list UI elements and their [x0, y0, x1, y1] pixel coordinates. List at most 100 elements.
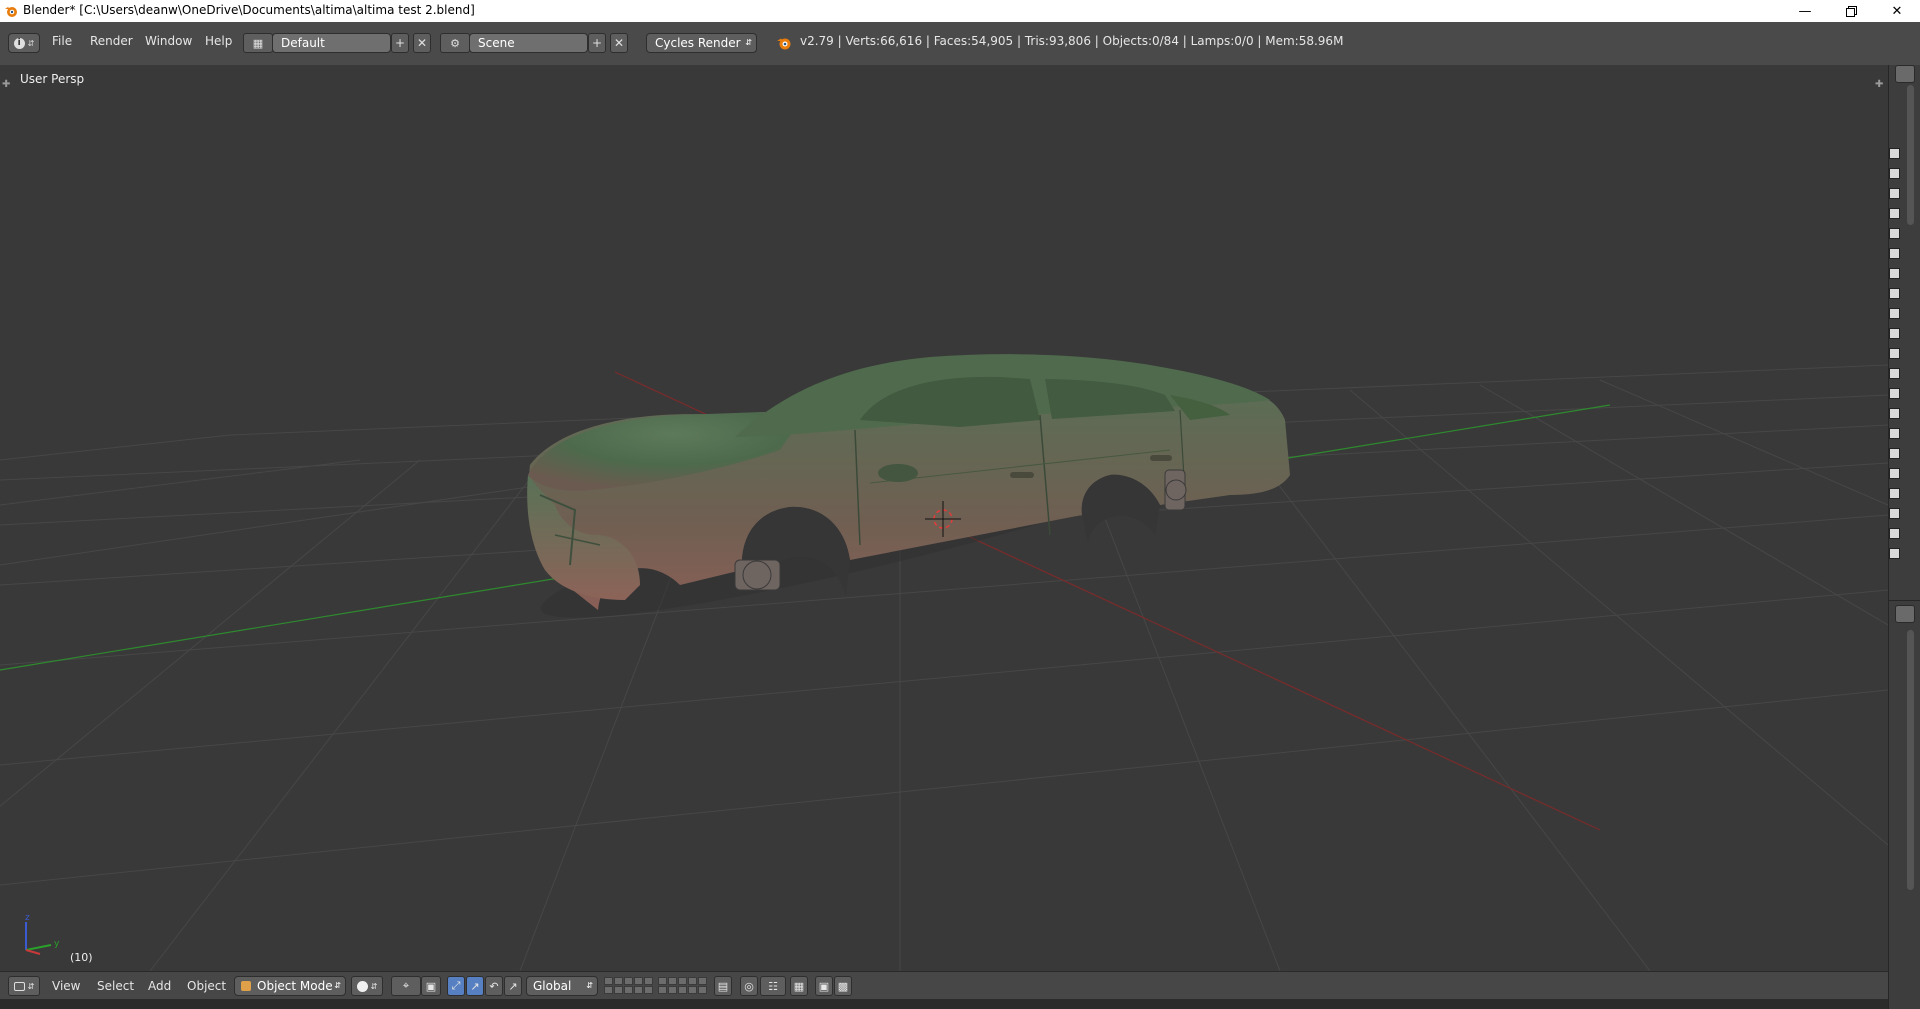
visibility-icon[interactable] [1889, 168, 1900, 179]
render-engine-label: Cycles Render [655, 36, 741, 50]
axis-z-label: z [25, 913, 30, 923]
interaction-mode-label: Object Mode [257, 979, 333, 993]
render-engine-select[interactable]: Cycles Render ⇵ [646, 33, 757, 53]
visibility-icon[interactable] [1889, 268, 1900, 279]
transform-orientation-select[interactable]: Global ⇵ [526, 976, 598, 996]
blender-logo-icon [5, 7, 17, 17]
editor-type-button[interactable]: i ⇵ [8, 33, 40, 53]
pivot-point-icon: ⌖ [402, 979, 410, 992]
menu-add[interactable]: Add [148, 979, 171, 993]
scene-icon: ⚙ [450, 36, 460, 50]
layout-grid-icon: ▦ [252, 36, 264, 50]
menu-render[interactable]: Render [90, 34, 133, 48]
snap-increment-icon: ☷ [768, 979, 778, 993]
pivot-point-select[interactable]: ⌖ [391, 976, 421, 996]
axis-gizmo: z y [25, 913, 60, 955]
panel-divider [1889, 600, 1920, 601]
window-title: Blender* [C:\Users\deanw\OneDrive\Docume… [23, 3, 475, 17]
x-icon: ✕ [613, 36, 625, 50]
right-side-panel [1888, 65, 1920, 1009]
transform-manipulator-toggle[interactable]: ⤢ [447, 976, 465, 996]
visibility-icon[interactable] [1889, 288, 1900, 299]
chevron-updown-icon: ⇵ [586, 981, 593, 990]
viewport-shading-icon [356, 980, 368, 992]
scene-browse-button[interactable]: ⚙ [440, 33, 470, 53]
visibility-icon[interactable] [1889, 508, 1900, 519]
restore-icon[interactable] [1828, 0, 1874, 22]
screen-layout-browse-button[interactable]: ▦ [243, 33, 273, 53]
chevron-updown-icon: ⇵ [334, 981, 341, 990]
remove-screen-button[interactable]: ✕ [413, 33, 431, 53]
outliner-editor-button[interactable] [1895, 65, 1915, 83]
region-expand-icon[interactable]: ✚ [1875, 79, 1883, 90]
snap-target-button[interactable]: ▦ [790, 976, 808, 996]
plus-icon: + [591, 36, 603, 50]
visibility-icon[interactable] [1889, 248, 1900, 259]
visibility-icon[interactable] [1889, 368, 1900, 379]
add-scene-button[interactable]: + [588, 33, 606, 53]
visibility-icon[interactable] [1889, 148, 1900, 159]
menu-window[interactable]: Window [145, 34, 192, 48]
minimize-icon[interactable]: — [1782, 0, 1828, 22]
opengl-render-animation-button[interactable]: ▩ [834, 976, 852, 996]
translate-manipulator-button[interactable]: ↗ [466, 976, 484, 996]
snap-element-select[interactable]: ☷ [760, 976, 786, 996]
close-icon[interactable]: ✕ [1874, 0, 1920, 22]
menu-select[interactable]: Select [97, 979, 134, 993]
visibility-icon[interactable] [1889, 388, 1900, 399]
lock-camera-button[interactable]: ▤ [714, 976, 732, 996]
rotate-manipulator-button[interactable]: ↶ [485, 976, 503, 996]
screen-layout-field[interactable]: Default [272, 33, 391, 53]
info-icon: i [13, 37, 25, 49]
car-model[interactable] [527, 354, 1290, 648]
view3d-editor-type-button[interactable]: ⇵ [8, 976, 40, 996]
clapper-icon: ▩ [837, 979, 849, 993]
scale-manipulator-button[interactable]: ↗ [504, 976, 522, 996]
menu-view[interactable]: View [52, 979, 80, 993]
object-mode-cube-icon [241, 981, 251, 991]
menu-file[interactable]: File [52, 34, 72, 48]
frame-number-label: (10) [70, 951, 93, 964]
add-screen-button[interactable]: + [391, 33, 409, 53]
chevron-updown-icon: ⇵ [27, 38, 35, 48]
visibility-icon[interactable] [1889, 468, 1900, 479]
visibility-icon[interactable] [1889, 488, 1900, 499]
rotate-icon: ↶ [489, 979, 499, 993]
3d-viewport[interactable]: User Persp ✚ ✚ z y (10) [0, 65, 1888, 971]
visibility-icon[interactable] [1889, 208, 1900, 219]
scene-layers-group-1[interactable] [604, 977, 653, 994]
bottom-edge-strip [0, 999, 1888, 1009]
snap-target-icon: ▦ [793, 979, 805, 993]
scene-layers-group-2[interactable] [658, 977, 707, 994]
visibility-icon[interactable] [1889, 328, 1900, 339]
visibility-icon[interactable] [1889, 308, 1900, 319]
chevron-updown-icon: ⇵ [745, 38, 752, 47]
scene-field[interactable]: Scene [469, 33, 588, 53]
visibility-icon[interactable] [1889, 428, 1900, 439]
visibility-icon[interactable] [1889, 188, 1900, 199]
visibility-icon[interactable] [1889, 528, 1900, 539]
axis-y-label: y [54, 939, 60, 949]
limit-selection-button[interactable]: ▣ [421, 976, 441, 996]
interaction-mode-select[interactable]: Object Mode ⇵ [234, 976, 346, 996]
properties-editor-button[interactable] [1895, 605, 1915, 623]
properties-scrollbar[interactable] [1907, 630, 1914, 890]
region-expand-icon[interactable]: ✚ [2, 79, 10, 90]
layer-lock-icon: ▤ [717, 979, 729, 993]
scale-icon: ↗ [508, 979, 518, 993]
menu-help[interactable]: Help [205, 34, 232, 48]
visibility-icon[interactable] [1889, 408, 1900, 419]
visibility-icon[interactable] [1889, 548, 1900, 559]
menu-object[interactable]: Object [187, 979, 226, 993]
viewport-shading-select[interactable]: ⇵ [351, 976, 383, 996]
visibility-icon[interactable] [1889, 348, 1900, 359]
opengl-render-button[interactable]: ▣ [815, 976, 833, 996]
visibility-icon[interactable] [1889, 228, 1900, 239]
viewport-scene[interactable] [0, 65, 1888, 971]
chevron-updown-icon: ⇵ [370, 981, 378, 991]
outliner-scrollbar[interactable] [1907, 85, 1914, 225]
info-header: i ⇵ File Render Window Help ▦ Default + … [0, 22, 1920, 66]
visibility-icon[interactable] [1889, 448, 1900, 459]
remove-scene-button[interactable]: ✕ [610, 33, 628, 53]
proportional-editing-button[interactable]: ◎ [740, 976, 758, 996]
